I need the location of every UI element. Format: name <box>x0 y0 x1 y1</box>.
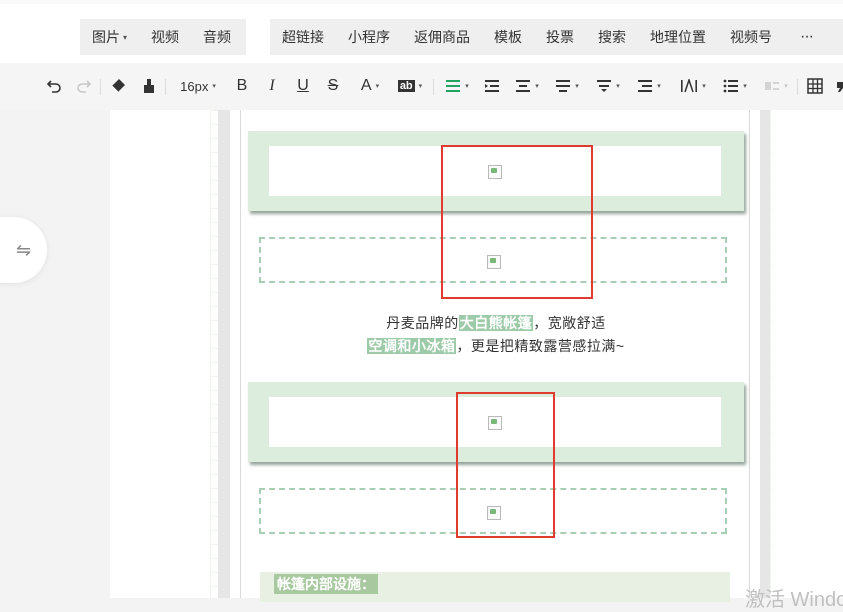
highlight-text: 空调和小冰箱 <box>367 338 457 354</box>
text-segment: ，宽敞舒适 <box>533 315 606 331</box>
toolbar-divider <box>797 79 798 95</box>
undo-icon[interactable] <box>44 75 64 97</box>
bullet-list-select[interactable]: ▾ <box>719 75 751 97</box>
right-pane <box>772 110 843 598</box>
top-hairline <box>0 0 843 4</box>
text-segment: ，更是把精致露营感拉满~ <box>456 338 625 354</box>
description-line-2[interactable]: 空调和小冰箱，更是把精致露营感拉满~ <box>248 336 744 356</box>
media-insert-group: 图片 ▾ 视频 音频 <box>80 19 246 55</box>
insert-miniprogram-button[interactable]: 小程序 <box>336 19 402 55</box>
insert-audio-button[interactable]: 音频 <box>191 19 243 55</box>
insert-vote-button[interactable]: 投票 <box>534 19 586 55</box>
swap-arrows-icon: ⇋ <box>15 239 32 260</box>
more-options-icon[interactable]: ··· <box>784 28 814 46</box>
indent-icon[interactable] <box>481 75 503 97</box>
letter-spacing-select[interactable]: ▾ <box>674 75 712 97</box>
redo-icon[interactable] <box>74 75 94 97</box>
insert-video-button[interactable]: 视频 <box>139 19 191 55</box>
insert-template-button[interactable]: 模板 <box>482 19 534 55</box>
article-border-right <box>749 110 750 598</box>
description-line-1[interactable]: 丹麦品牌的大白熊帐篷，宽敞舒适 <box>248 313 744 333</box>
chevron-down-icon: ▾ <box>123 32 128 42</box>
list-indent-select[interactable]: ▾ <box>633 75 665 97</box>
facility-label: 帐篷内部设施： <box>274 574 378 594</box>
eraser-icon[interactable] <box>108 75 128 97</box>
insert-search-button[interactable]: 搜索 <box>586 19 638 55</box>
insert-hyperlink-button[interactable]: 超链接 <box>270 19 336 55</box>
article-border-left <box>240 110 241 598</box>
red-annotation-box <box>456 392 555 538</box>
strikethrough-button[interactable]: S <box>323 75 343 97</box>
more-insert-group: 超链接 小程序 返佣商品 模板 投票 搜索 地理位置 视频号 ··· <box>270 19 843 55</box>
format-toolbar: 16px ▾ B I U S A ▾ ab ▾ ▾ ▾ ▾ ▾ ▾ ▾ ▾ ▾ <box>0 63 843 111</box>
line-height-select[interactable]: ▾ <box>551 75 583 97</box>
toolbar-divider <box>165 79 166 95</box>
highlight-text: 大白熊帐篷 <box>458 315 534 331</box>
toolbar-divider <box>100 79 101 95</box>
font-color-select[interactable]: A ▾ <box>354 75 386 97</box>
italic-button[interactable]: I <box>262 75 282 97</box>
align-left-select[interactable]: ▾ <box>441 75 473 97</box>
paragraph-spacing-select[interactable]: ▾ <box>511 75 543 97</box>
toolbar-divider <box>433 79 434 95</box>
insert-image-button[interactable]: 图片 ▾ <box>80 19 139 56</box>
insert-channels-button[interactable]: 视频号 <box>718 19 784 55</box>
underline-button[interactable]: U <box>293 75 313 97</box>
background-color-select[interactable]: ab ▾ <box>394 75 426 97</box>
spacing-after-select[interactable]: ▾ <box>592 75 624 97</box>
bold-button[interactable]: B <box>232 75 252 97</box>
insert-menu-bar: 图片 ▾ 视频 音频 超链接 小程序 返佣商品 模板 投票 搜索 地理位置 视频号… <box>0 0 843 63</box>
float-image-select[interactable]: ▾ <box>760 75 792 97</box>
text-segment: 丹麦品牌的 <box>386 315 459 331</box>
font-size-select[interactable]: 16px ▾ <box>172 75 224 97</box>
left-pane <box>0 110 110 598</box>
table-icon[interactable] <box>805 75 825 97</box>
insert-location-button[interactable]: 地理位置 <box>638 19 718 55</box>
insert-commission-product-button[interactable]: 返佣商品 <box>402 19 482 55</box>
quote-icon[interactable] <box>835 75 843 97</box>
format-painter-icon[interactable] <box>139 75 159 97</box>
red-annotation-box <box>441 145 593 299</box>
